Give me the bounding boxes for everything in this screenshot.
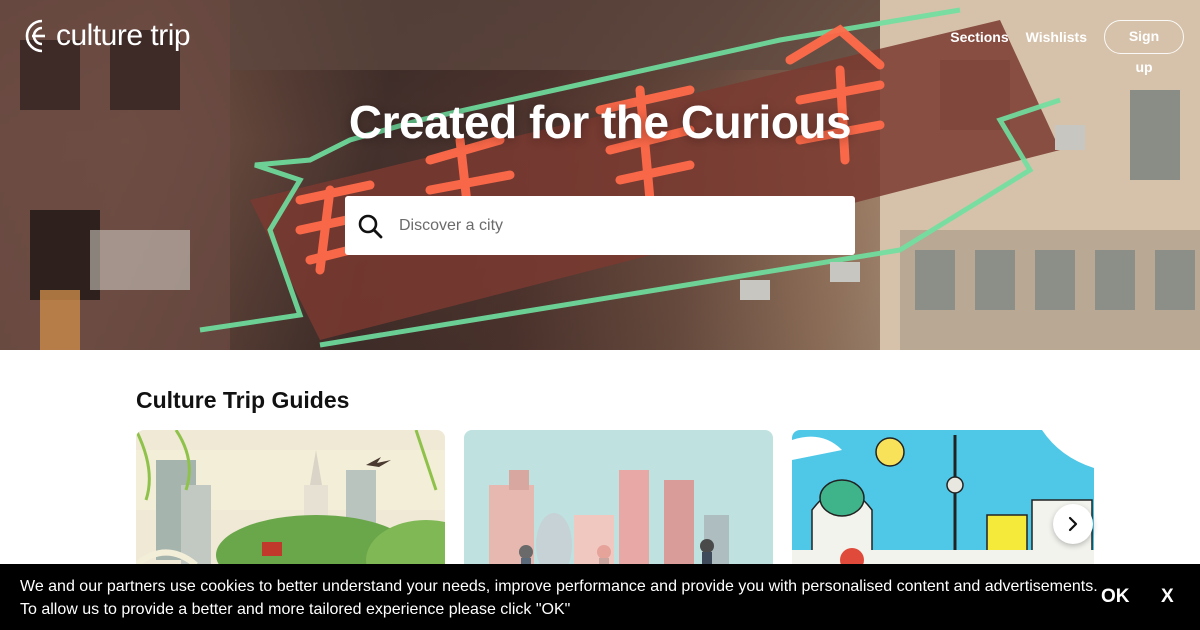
culture-trip-logo-icon: [25, 19, 45, 53]
london-illustration-icon: [464, 430, 773, 570]
city-search-input[interactable]: [399, 196, 855, 255]
guide-card-berlin[interactable]: [792, 430, 1094, 570]
nav-links: Sections Wishlists Sign up: [950, 20, 1184, 75]
carousel-next-button[interactable]: [1053, 504, 1093, 544]
cookie-message-line-2: To allow us to provide a better and more…: [20, 601, 571, 618]
beijing-illustration-icon: [136, 430, 445, 570]
berlin-illustration-icon: [792, 430, 1094, 570]
cookie-accept-button[interactable]: OK: [1101, 586, 1130, 608]
top-navigation: culture trip Sections Wishlists Sign up: [0, 0, 1200, 75]
brand-logo[interactable]: culture trip: [18, 18, 191, 54]
cookie-message-line-1: We and our partners use cookies to bette…: [20, 578, 1098, 595]
chevron-right-icon: [1068, 516, 1078, 532]
nav-wishlists-link[interactable]: Wishlists: [1026, 29, 1087, 45]
guide-card-beijing[interactable]: [136, 430, 445, 570]
cookie-banner: We and our partners use cookies to bette…: [0, 564, 1200, 630]
hero-banner: culture trip Sections Wishlists Sign up …: [0, 0, 1200, 350]
cookie-message: We and our partners use cookies to bette…: [20, 575, 1100, 621]
signup-button[interactable]: Sign up: [1104, 20, 1184, 75]
search-icon: [358, 214, 383, 238]
cookie-close-button[interactable]: X: [1161, 586, 1174, 608]
hero-title: Created for the Curious: [348, 96, 852, 148]
nav-sections-link[interactable]: Sections: [950, 29, 1008, 45]
guide-card-london[interactable]: [464, 430, 773, 570]
brand-name: culture trip: [56, 19, 191, 52]
guides-section-title: Culture Trip Guides: [136, 387, 350, 413]
city-search-box: [345, 196, 855, 255]
guides-carousel: [136, 430, 1094, 570]
